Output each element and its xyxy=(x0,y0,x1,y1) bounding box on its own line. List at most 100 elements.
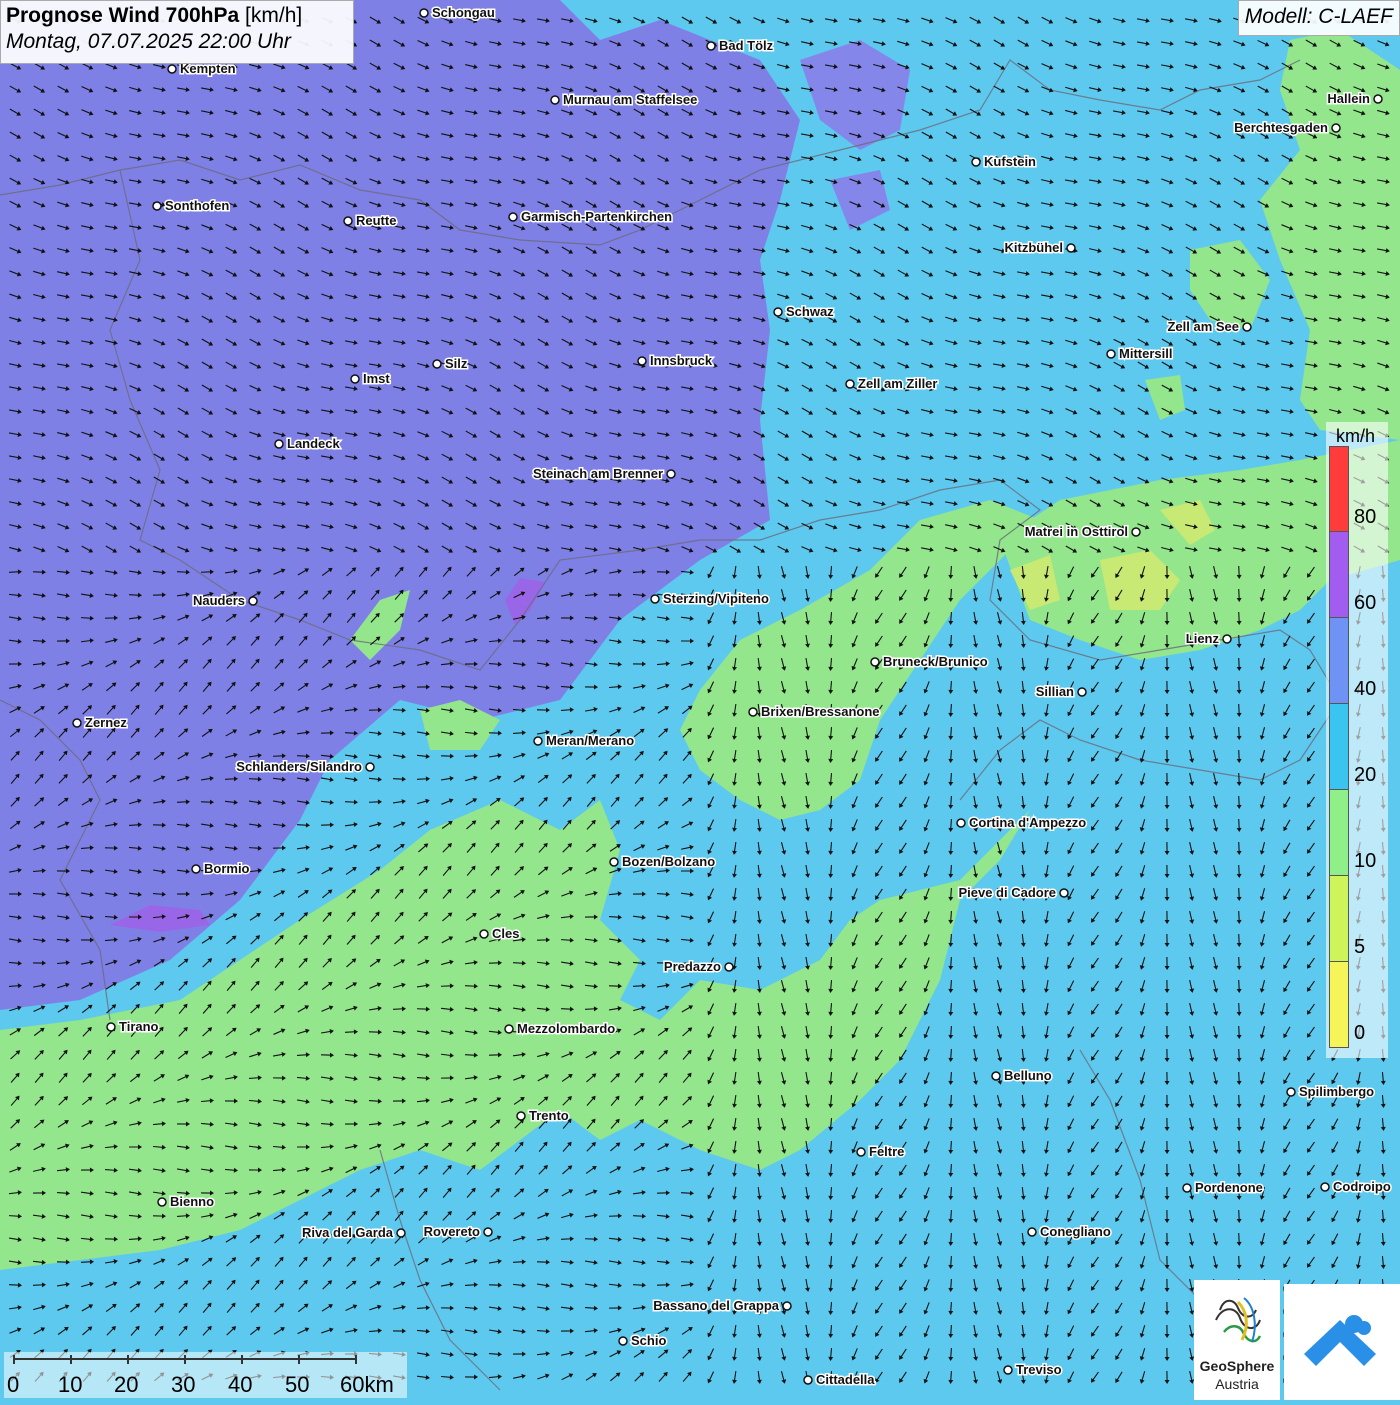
city-marker[interactable]: Sonthofen xyxy=(153,198,229,213)
city-marker[interactable]: Pieve di Cadore xyxy=(958,885,1068,900)
legend-label: 10 xyxy=(1354,850,1376,873)
city-marker[interactable]: Meran/Merano xyxy=(534,733,634,748)
city-dot-icon xyxy=(972,158,980,166)
city-label: Nauders xyxy=(193,593,245,608)
city-marker[interactable]: Schlanders/Silandro xyxy=(236,759,374,774)
city-marker[interactable]: Riva del Garda xyxy=(302,1225,405,1240)
city-dot-icon xyxy=(73,719,81,727)
city-marker[interactable]: Garmisch-Partenkirchen xyxy=(509,209,672,224)
scale-label: 30 xyxy=(171,1372,195,1398)
city-dot-icon xyxy=(1060,889,1068,897)
city-dot-icon xyxy=(509,213,517,221)
city-label: Schio xyxy=(631,1333,666,1348)
city-dot-icon xyxy=(153,202,161,210)
city-dot-icon xyxy=(397,1229,405,1237)
city-label: Rovereto xyxy=(424,1224,480,1239)
scale-label: 0 xyxy=(7,1372,19,1398)
legend-swatch xyxy=(1329,876,1349,962)
geosphere-name: GeoSphere xyxy=(1194,1358,1280,1374)
city-dot-icon xyxy=(1243,323,1251,331)
city-dot-icon xyxy=(505,1025,513,1033)
city-marker[interactable]: Murnau am Staffelsee xyxy=(551,92,697,107)
scale-label: 10 xyxy=(58,1372,82,1398)
city-marker[interactable]: Pordenone xyxy=(1183,1180,1263,1195)
city-marker[interactable]: Berchtesgaden xyxy=(1234,120,1340,135)
city-dot-icon xyxy=(749,708,757,716)
city-label: Bruneck/Brunico xyxy=(883,654,988,669)
city-marker[interactable]: Mezzolombardo xyxy=(505,1021,615,1036)
mountain-cloud-icon xyxy=(1284,1284,1400,1400)
city-label: Schwaz xyxy=(786,304,834,319)
legend-label: 60 xyxy=(1354,592,1376,615)
city-dot-icon xyxy=(1028,1228,1036,1236)
city-dot-icon xyxy=(707,42,715,50)
scale-bar: 0102030405060km xyxy=(4,1352,407,1398)
city-label: Codroipo xyxy=(1333,1179,1391,1194)
city-dot-icon xyxy=(619,1337,627,1345)
city-dot-icon xyxy=(1223,635,1231,643)
legend-label: 80 xyxy=(1354,506,1376,529)
city-marker[interactable]: Matrei in Osttirol xyxy=(1025,524,1140,539)
city-marker[interactable]: Brixen/Bressanone xyxy=(749,704,880,719)
city-label: Bad Tölz xyxy=(719,38,774,53)
city-label: Feltre xyxy=(869,1144,904,1159)
geosphere-logo[interactable]: GeoSphere Austria xyxy=(1194,1280,1280,1400)
city-marker[interactable]: Spilimbergo xyxy=(1287,1084,1374,1099)
city-marker[interactable]: Steinach am Brenner xyxy=(533,466,675,481)
city-marker[interactable]: Zell am See xyxy=(1167,319,1251,334)
city-marker[interactable]: Bozen/Bolzano xyxy=(610,854,715,869)
city-label: Pieve di Cadore xyxy=(958,885,1056,900)
city-marker[interactable]: Conegliano xyxy=(1028,1224,1111,1239)
city-dot-icon xyxy=(957,819,965,827)
legend-swatch xyxy=(1329,618,1349,704)
map-title: Prognose Wind 700hPa [km/h] xyxy=(6,4,348,28)
scale-label: 50 xyxy=(285,1372,309,1398)
geosphere-country: Austria xyxy=(1194,1376,1280,1392)
city-label: Lienz xyxy=(1186,631,1220,646)
city-label: Mezzolombardo xyxy=(517,1021,615,1036)
city-marker[interactable]: Bruneck/Brunico xyxy=(871,654,988,669)
city-label: Berchtesgaden xyxy=(1234,120,1328,135)
city-marker[interactable]: Cortina d'Ampezzo xyxy=(957,815,1086,830)
city-dot-icon xyxy=(871,658,879,666)
city-dot-icon xyxy=(774,308,782,316)
city-dot-icon xyxy=(551,96,559,104)
city-label: Sillian xyxy=(1036,684,1074,699)
city-label: Predazzo xyxy=(664,959,721,974)
city-marker[interactable]: Innsbruck xyxy=(638,353,713,368)
legend-label: 5 xyxy=(1354,936,1365,959)
city-dot-icon xyxy=(158,1198,166,1206)
app-logo[interactable] xyxy=(1284,1284,1400,1400)
city-label: Conegliano xyxy=(1040,1224,1111,1239)
city-marker[interactable]: Bassano del Grappa xyxy=(653,1298,791,1313)
legend-swatch xyxy=(1329,446,1349,532)
city-label: Reutte xyxy=(356,213,396,228)
city-label: Belluno xyxy=(1004,1068,1052,1083)
city-dot-icon xyxy=(846,380,854,388)
wind-map[interactable]: SchongauBad TölzKemptenMurnau am Staffel… xyxy=(0,0,1400,1400)
legend-swatch xyxy=(1329,962,1349,1048)
city-dot-icon xyxy=(1374,95,1382,103)
city-marker[interactable]: Sterzing/Vipiteno xyxy=(651,591,769,606)
legend-label: 20 xyxy=(1354,764,1376,787)
legend-unit: km/h xyxy=(1336,426,1375,447)
city-marker[interactable]: Zell am Ziller xyxy=(846,376,937,391)
legend-label: 0 xyxy=(1354,1022,1365,1045)
city-label: Zernez xyxy=(85,715,127,730)
city-label: Kufstein xyxy=(984,154,1036,169)
legend-bar xyxy=(1329,446,1349,1048)
city-dot-icon xyxy=(857,1148,865,1156)
city-label: Imst xyxy=(363,371,390,386)
city-label: Zell am See xyxy=(1167,319,1239,334)
city-dot-icon xyxy=(192,865,200,873)
city-label: Pordenone xyxy=(1195,1180,1263,1195)
city-marker[interactable]: Schongau xyxy=(420,5,495,20)
city-dot-icon xyxy=(517,1112,525,1120)
city-dot-icon xyxy=(610,858,618,866)
model-label: Modell: C-LAEF xyxy=(1238,0,1400,36)
city-label: Meran/Merano xyxy=(546,733,634,748)
city-label: Treviso xyxy=(1016,1362,1062,1377)
city-dot-icon xyxy=(1078,688,1086,696)
city-dot-icon xyxy=(107,1023,115,1031)
city-dot-icon xyxy=(1332,124,1340,132)
